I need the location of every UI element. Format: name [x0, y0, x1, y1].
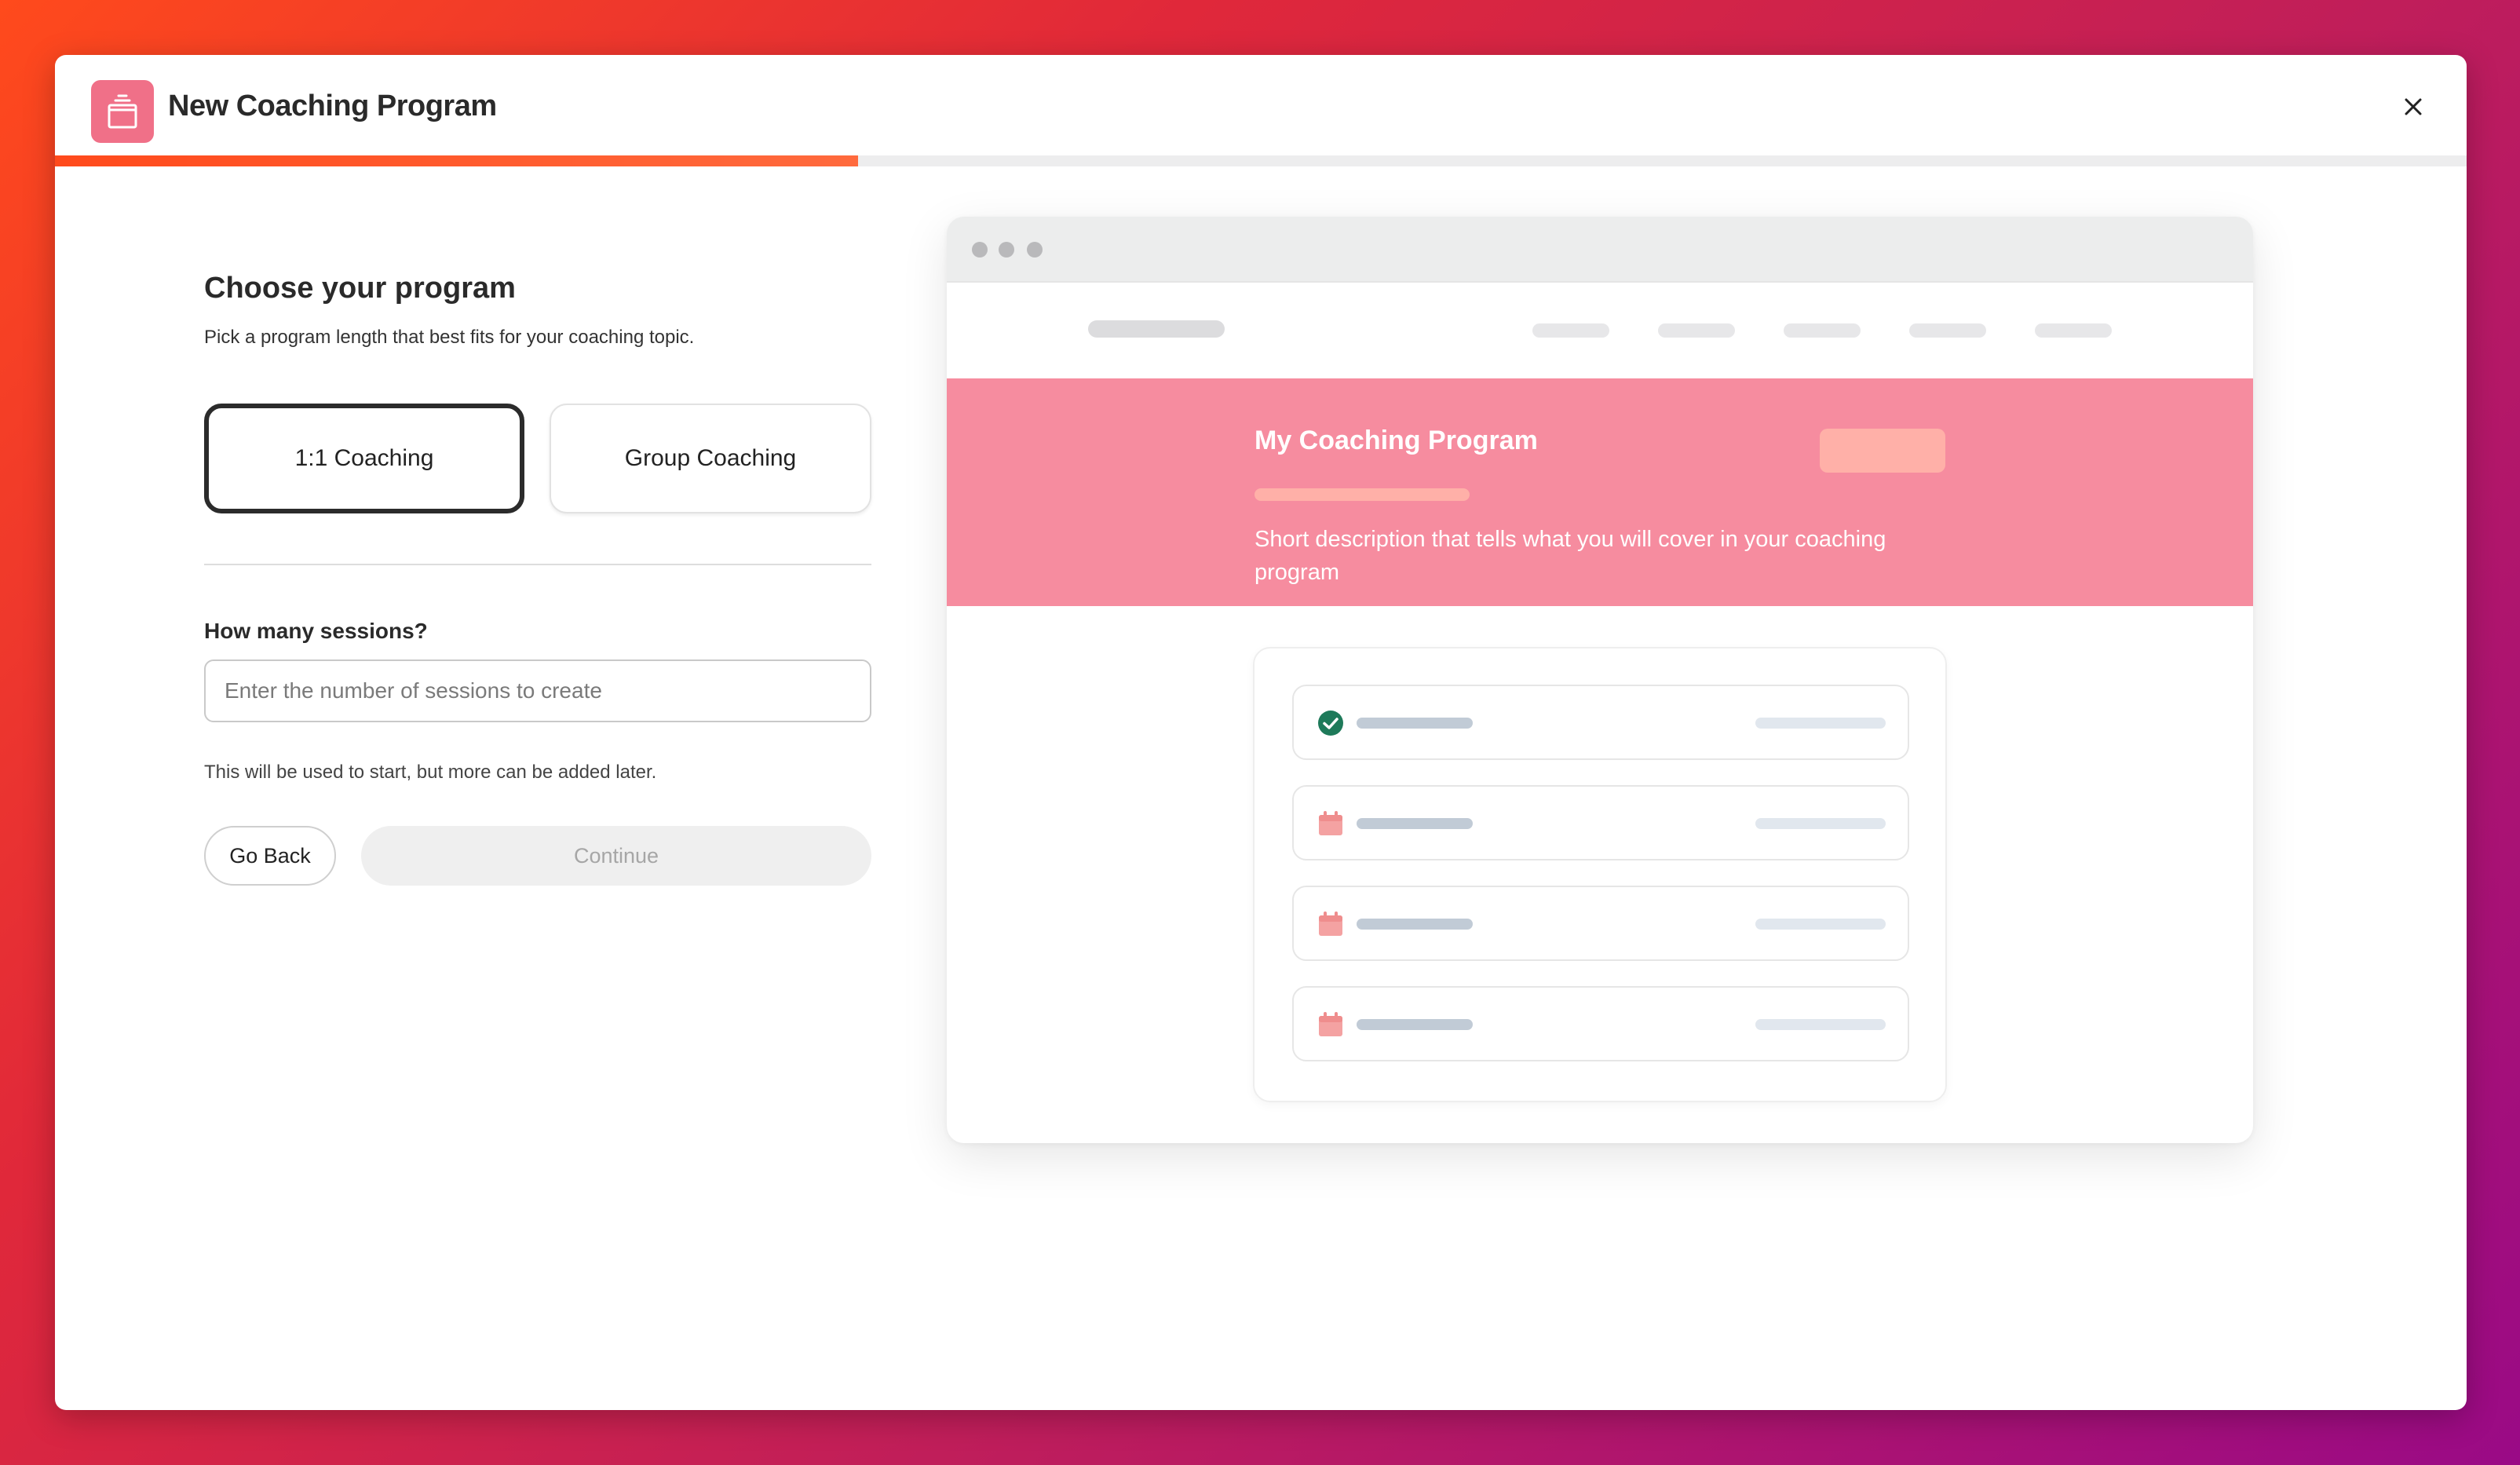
- row-meta-placeholder: [1755, 818, 1886, 829]
- calendar-icon: [1319, 1012, 1342, 1036]
- modal-header: New Coaching Program: [55, 55, 2467, 155]
- session-row: [1292, 685, 1909, 760]
- nav-placeholder: [1658, 323, 1735, 338]
- row-title-placeholder: [1357, 919, 1473, 930]
- continue-button[interactable]: Continue: [361, 826, 871, 886]
- hero-button-placeholder: [1820, 429, 1945, 473]
- check-circle-icon: [1318, 711, 1343, 736]
- preview-hero-description: Short description that tells what you wi…: [1255, 527, 1886, 585]
- logo-placeholder: [1088, 320, 1225, 338]
- calendar-icon: [1319, 912, 1342, 936]
- row-title-placeholder: [1357, 718, 1473, 729]
- divider: [204, 564, 871, 565]
- hero-bar-placeholder: [1255, 488, 1470, 501]
- preview-hero: My Coaching Program Short description th…: [947, 378, 2253, 606]
- sessions-input[interactable]: [204, 659, 871, 722]
- nav-placeholder: [1909, 323, 1986, 338]
- window-dot: [1027, 242, 1043, 258]
- program-preview: My Coaching Program Short description th…: [947, 217, 2253, 1143]
- option-group-coaching[interactable]: Group Coaching: [550, 404, 871, 513]
- window-dot: [972, 242, 988, 258]
- close-icon: [2405, 98, 2422, 115]
- row-title-placeholder: [1357, 1019, 1473, 1030]
- session-list-card: [1253, 647, 1947, 1102]
- session-row: [1292, 886, 1909, 961]
- close-button[interactable]: [2396, 90, 2431, 124]
- program-app-icon: [91, 80, 154, 143]
- modal-title: New Coaching Program: [168, 90, 497, 122]
- nav-placeholder: [2035, 323, 2112, 338]
- step-title: Choose your program: [204, 272, 516, 305]
- sessions-label: How many sessions?: [204, 619, 428, 643]
- preview-hero-title: My Coaching Program: [1255, 426, 1538, 455]
- go-back-button[interactable]: Go Back: [204, 826, 336, 886]
- browser-bar: [947, 217, 2253, 281]
- nav-placeholder: [1532, 323, 1609, 338]
- row-title-placeholder: [1357, 818, 1473, 829]
- step-subtitle: Pick a program length that best fits for…: [204, 327, 695, 348]
- sessions-hint: This will be used to start, but more can…: [204, 762, 657, 783]
- row-meta-placeholder: [1755, 1019, 1886, 1030]
- nav-placeholder: [1784, 323, 1861, 338]
- calendar-icon: [1319, 811, 1342, 835]
- option-one-on-one-coaching[interactable]: 1:1 Coaching: [204, 404, 524, 513]
- progress-bar: [55, 155, 2467, 166]
- row-meta-placeholder: [1755, 919, 1886, 930]
- window-dot: [999, 242, 1014, 258]
- row-meta-placeholder: [1755, 718, 1886, 729]
- progress-fill: [55, 155, 858, 166]
- new-program-modal: New Coaching Program Choose your program…: [55, 55, 2467, 1410]
- preview-nav: [947, 281, 2253, 378]
- session-row: [1292, 986, 1909, 1061]
- session-row: [1292, 785, 1909, 860]
